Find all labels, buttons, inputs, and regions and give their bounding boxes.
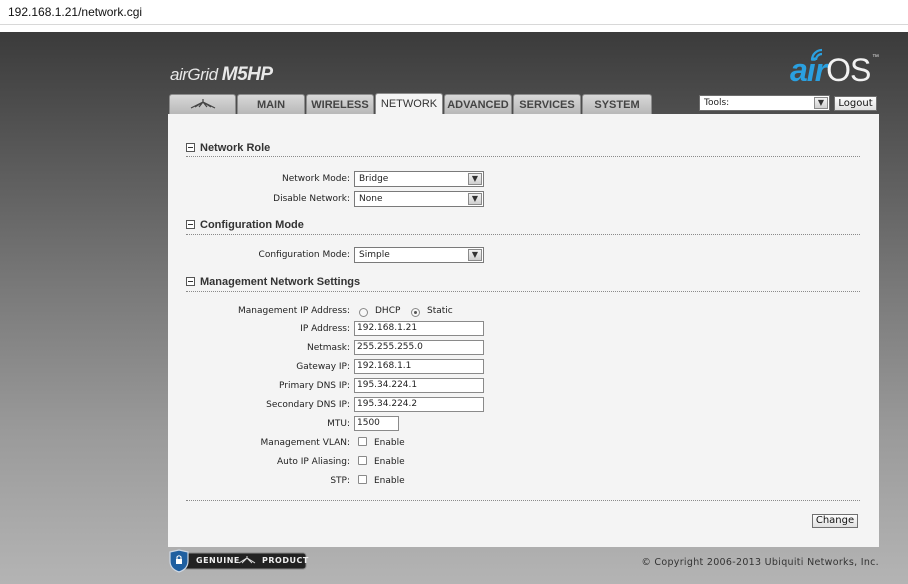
stp-label: STP: <box>330 476 350 486</box>
tab-network[interactable]: NETWORK <box>375 93 443 115</box>
auto-ip-aliasing-enable-label: Enable <box>374 457 405 467</box>
airos-logo-os: OS <box>826 52 871 88</box>
mtu-input[interactable]: 1500 <box>354 416 399 431</box>
tab-wireless[interactable]: WIRELESS <box>306 94 374 114</box>
tab-ubiquiti-logo[interactable] <box>169 94 236 114</box>
chevron-down-icon[interactable]: ▼ <box>468 249 482 261</box>
tools-select-value: Tools: <box>704 98 730 108</box>
primary-dns-input[interactable]: 195.34.224.1 <box>354 378 484 393</box>
change-button[interactable]: Change <box>812 514 858 528</box>
gateway-ip-input[interactable]: 192.168.1.1 <box>354 359 484 374</box>
secondary-dns-input[interactable]: 195.34.224.2 <box>354 397 484 412</box>
genuine-badge-left-text: GENUINE <box>196 556 240 565</box>
airgrid-logo-grid: Grid <box>187 65 218 84</box>
ip-address-input[interactable]: 192.168.1.21 <box>354 321 484 336</box>
netmask-input[interactable]: 255.255.255.0 <box>354 340 484 355</box>
configuration-mode-label: Configuration Mode: <box>258 250 350 260</box>
collapse-icon[interactable] <box>186 276 195 286</box>
section-configuration-mode[interactable]: Configuration Mode <box>186 219 304 231</box>
section-divider <box>186 156 860 157</box>
genuine-badge-right-text: PRODUCT <box>262 556 309 565</box>
genuine-product-badge: GENUINE PRODUCT <box>168 549 308 573</box>
chevron-down-icon[interactable]: ▼ <box>814 97 828 109</box>
tab-advanced[interactable]: ADVANCED <box>444 94 512 114</box>
ubiquiti-logo-icon <box>190 99 215 109</box>
url-text[interactable]: 192.168.1.21/network.cgi <box>8 5 142 19</box>
static-radio[interactable] <box>411 308 420 317</box>
section-divider <box>186 234 860 235</box>
disable-network-value: None <box>359 194 383 204</box>
dhcp-radio[interactable] <box>359 308 368 317</box>
section-network-role-title: Network Role <box>200 142 271 154</box>
management-vlan-enable-label: Enable <box>374 438 405 448</box>
logout-button[interactable]: Logout <box>834 96 877 111</box>
tab-system[interactable]: SYSTEM <box>582 94 652 114</box>
trademark-mark: ™ <box>872 54 879 61</box>
gateway-ip-label: Gateway IP: <box>296 362 350 372</box>
airos-logo: airOS ™ <box>790 48 879 89</box>
management-vlan-label: Management VLAN: <box>260 438 350 448</box>
network-mode-select[interactable]: Bridge ▼ <box>354 171 484 187</box>
ip-address-label: IP Address: <box>300 324 350 334</box>
netmask-label: Netmask: <box>306 343 350 353</box>
configuration-mode-select[interactable]: Simple ▼ <box>354 247 484 263</box>
tab-services[interactable]: SERVICES <box>513 94 581 114</box>
network-mode-value: Bridge <box>359 174 389 184</box>
tab-main[interactable]: MAIN <box>237 94 305 114</box>
mtu-label: MTU: <box>327 419 350 429</box>
configuration-mode-value: Simple <box>359 250 390 260</box>
section-configuration-mode-title: Configuration Mode <box>200 219 304 231</box>
management-vlan-checkbox[interactable] <box>358 437 367 446</box>
static-label: Static <box>427 306 453 316</box>
stp-enable-label: Enable <box>374 476 405 486</box>
collapse-icon[interactable] <box>186 142 195 152</box>
browser-gap <box>0 25 908 32</box>
network-mode-label: Network Mode: <box>282 174 350 184</box>
chevron-down-icon[interactable]: ▼ <box>468 193 482 205</box>
primary-dns-label: Primary DNS IP: <box>279 381 350 391</box>
copyright-text: © Copyright 2006-2013 Ubiquiti Networks,… <box>641 557 879 568</box>
section-divider <box>186 291 860 292</box>
tools-select[interactable]: Tools: ▼ <box>699 95 830 111</box>
section-management-network-title: Management Network Settings <box>200 276 361 288</box>
dhcp-label: DHCP <box>375 306 401 316</box>
network-settings-panel: Network Role Network Mode: Bridge ▼ Disa… <box>168 114 879 547</box>
airgrid-logo: airGrid M5HP <box>170 64 273 86</box>
disable-network-label: Disable Network: <box>273 194 350 204</box>
management-ip-label: Management IP Address: <box>238 306 350 316</box>
section-management-network[interactable]: Management Network Settings <box>186 276 360 288</box>
airgrid-logo-air: air <box>170 65 188 84</box>
chevron-down-icon[interactable]: ▼ <box>468 173 482 185</box>
signal-waves-icon <box>810 48 823 61</box>
address-bar[interactable]: 192.168.1.21/network.cgi <box>0 0 908 25</box>
secondary-dns-label: Secondary DNS IP: <box>266 400 350 410</box>
stp-checkbox[interactable] <box>358 475 367 484</box>
section-divider <box>186 500 860 501</box>
disable-network-select[interactable]: None ▼ <box>354 191 484 207</box>
auto-ip-aliasing-label: Auto IP Aliasing: <box>276 457 350 467</box>
section-network-role[interactable]: Network Role <box>186 142 270 154</box>
collapse-icon[interactable] <box>186 219 195 229</box>
auto-ip-aliasing-checkbox[interactable] <box>358 456 367 465</box>
airgrid-logo-model: M5HP <box>221 64 273 85</box>
